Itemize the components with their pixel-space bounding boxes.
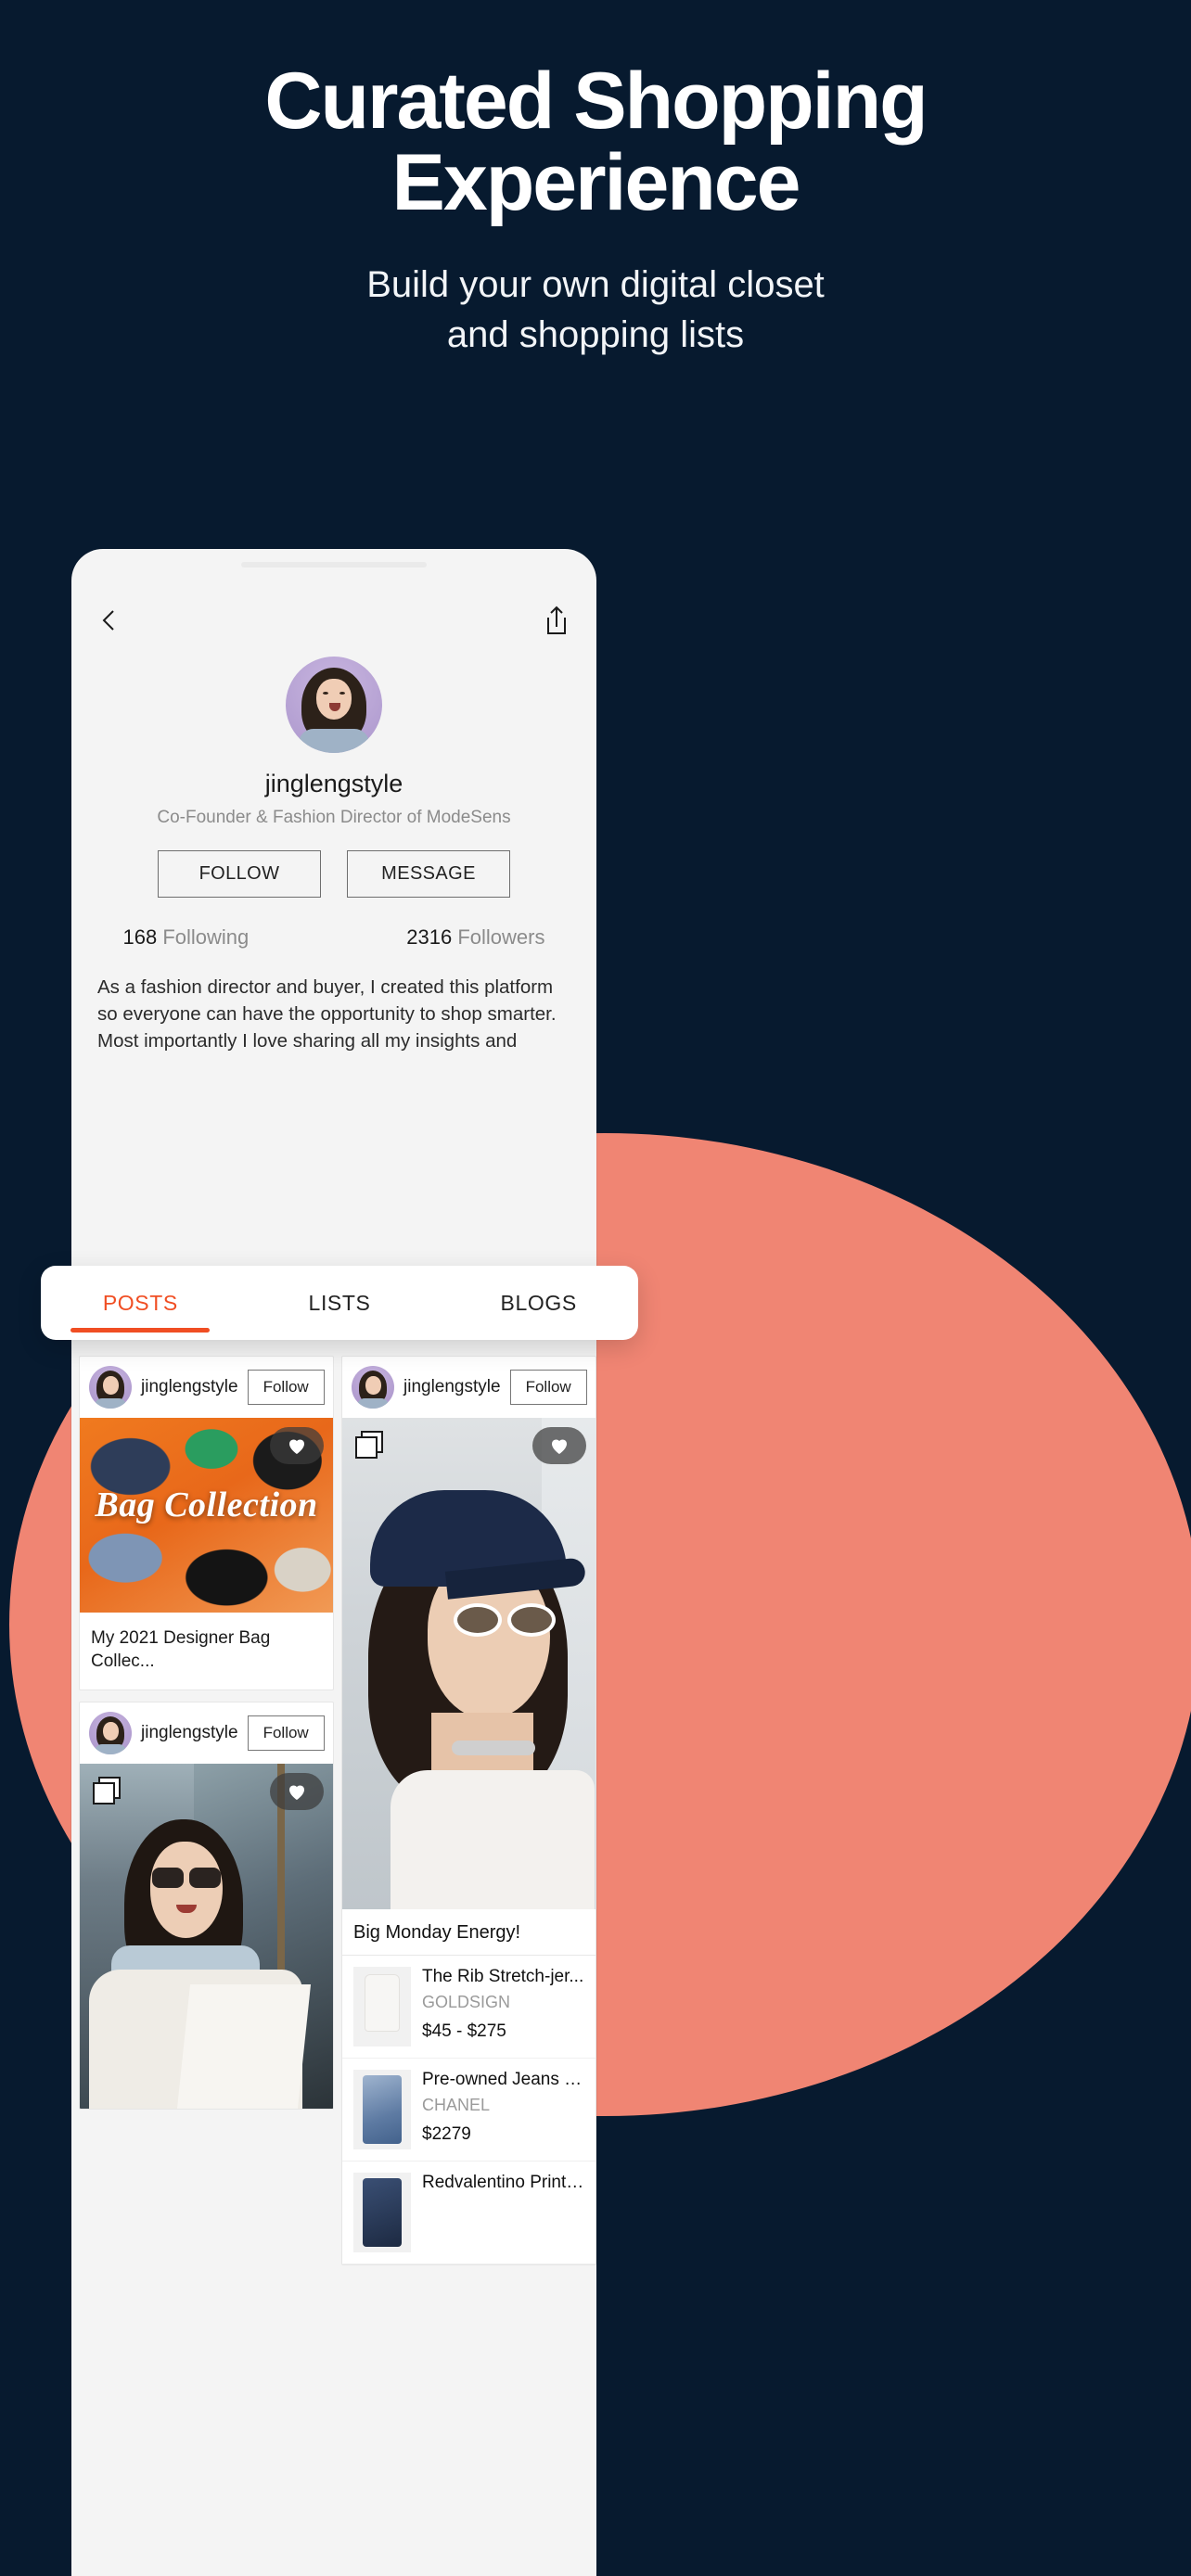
follow-button[interactable]: Follow xyxy=(247,1715,325,1752)
product-row[interactable]: The Rib Stretch-jer... GOLDSIGN $45 - $2… xyxy=(342,1956,596,2059)
post-image[interactable] xyxy=(80,1764,333,2110)
hero-subtitle-line1: Build your own digital closet xyxy=(366,264,825,306)
tab-blogs-label: BLOGS xyxy=(500,1290,577,1315)
product-row[interactable]: Redvalentino Printe... xyxy=(342,2162,596,2264)
feed-column-right: jinglengstyle Follow Big Monday Energy! … xyxy=(341,1356,596,2265)
avatar-container xyxy=(71,657,596,753)
following-count: 168 xyxy=(122,925,158,949)
followers-count: 2316 xyxy=(406,925,453,949)
profile-tab-bar: POSTS LISTS BLOGS xyxy=(41,1266,638,1340)
chevron-left-icon[interactable] xyxy=(97,608,122,632)
followers-stat[interactable]: 2316 Followers xyxy=(406,925,544,950)
post-feed: jinglengstyle Follow Bag Collection My 2… xyxy=(71,1356,596,2265)
post-author: jinglengstyle xyxy=(141,1377,238,1396)
share-icon[interactable] xyxy=(543,605,570,636)
product-thumbnail xyxy=(353,2173,411,2252)
like-icon[interactable] xyxy=(270,1427,324,1464)
message-button[interactable]: MESSAGE xyxy=(347,850,510,898)
profile-tagline: Co-Founder & Fashion Director of ModeSen… xyxy=(157,808,511,827)
hero-section: Curated Shopping Experience Build your o… xyxy=(0,0,1191,360)
hero-subtitle-line2: and shopping lists xyxy=(446,313,745,355)
avatar[interactable] xyxy=(89,1712,132,1755)
product-brand: CHANEL xyxy=(422,2096,491,2114)
like-icon[interactable] xyxy=(532,1427,586,1464)
avatar[interactable] xyxy=(286,657,382,753)
post-image-overlay-text: Bag Collection xyxy=(95,1486,318,1524)
product-name: The Rib Stretch-jer... xyxy=(422,1967,584,1986)
phone-mockup: jinglengstyle Co-Founder & Fashion Direc… xyxy=(71,549,596,2576)
following-label: Following xyxy=(162,925,250,949)
post-card-header: jinglengstyle Follow xyxy=(342,1357,596,1418)
follow-button[interactable]: Follow xyxy=(509,1370,587,1405)
avatar[interactable] xyxy=(352,1366,394,1409)
hero-title-line2: Experience xyxy=(391,137,801,227)
post-card[interactable]: jinglengstyle Follow xyxy=(341,1356,596,2265)
app-top-nav xyxy=(71,588,596,653)
follow-button[interactable]: FOLLOW xyxy=(158,850,321,898)
post-image[interactable]: Bag Collection xyxy=(80,1418,333,1613)
post-card[interactable]: jinglengstyle Follow xyxy=(79,1702,334,2111)
post-card-header: jinglengstyle Follow xyxy=(80,1702,333,1764)
product-thumbnail xyxy=(353,1967,411,2047)
post-card[interactable]: jinglengstyle Follow Bag Collection My 2… xyxy=(79,1356,334,1691)
tab-lists[interactable]: LISTS xyxy=(240,1266,440,1340)
followers-label: Followers xyxy=(457,925,545,949)
post-title: My 2021 Designer Bag Collec... xyxy=(91,1628,271,1671)
following-stat[interactable]: 168 Following xyxy=(123,925,250,950)
product-name: Pre-owned Jeans In... xyxy=(422,2070,584,2089)
page-title: Curated Shopping Experience xyxy=(0,0,1191,223)
product-price: $2279 xyxy=(422,2124,471,2144)
multi-photo-icon xyxy=(353,1429,385,1460)
product-brand: GOLDSIGN xyxy=(422,1993,511,2011)
tab-posts-label: POSTS xyxy=(102,1290,178,1315)
follow-button[interactable]: Follow xyxy=(247,1370,325,1405)
tab-blogs[interactable]: BLOGS xyxy=(439,1266,638,1340)
profile-stats: 168 Following 2316 Followers xyxy=(71,925,596,950)
profile-username: jinglengstyle xyxy=(264,770,403,797)
product-name: Redvalentino Printe... xyxy=(422,2173,584,2192)
feed-column-left: jinglengstyle Follow Bag Collection My 2… xyxy=(79,1356,334,2265)
hero-title-line1: Curated Shopping xyxy=(264,57,928,146)
tab-lists-label: LISTS xyxy=(308,1290,371,1315)
avatar[interactable] xyxy=(89,1366,132,1409)
post-card-header: jinglengstyle Follow xyxy=(80,1357,333,1418)
product-price: $45 - $275 xyxy=(422,2021,506,2041)
profile-actions: FOLLOW MESSAGE xyxy=(71,850,596,898)
phone-notch xyxy=(241,562,427,567)
like-icon[interactable] xyxy=(270,1773,324,1811)
product-thumbnail xyxy=(353,2070,411,2149)
multi-photo-icon xyxy=(91,1775,122,1806)
post-author: jinglengstyle xyxy=(141,1723,238,1743)
profile-bio: As a fashion director and buyer, I creat… xyxy=(97,976,557,1059)
blog-title: Big Monday Energy! xyxy=(342,1909,596,1956)
post-image[interactable] xyxy=(342,1418,596,1909)
post-author: jinglengstyle xyxy=(403,1377,501,1396)
hero-subtitle: Build your own digital closet and shoppi… xyxy=(0,261,1191,359)
tab-posts[interactable]: POSTS xyxy=(41,1266,240,1340)
product-row[interactable]: Pre-owned Jeans In... CHANEL $2279 xyxy=(342,2059,596,2162)
